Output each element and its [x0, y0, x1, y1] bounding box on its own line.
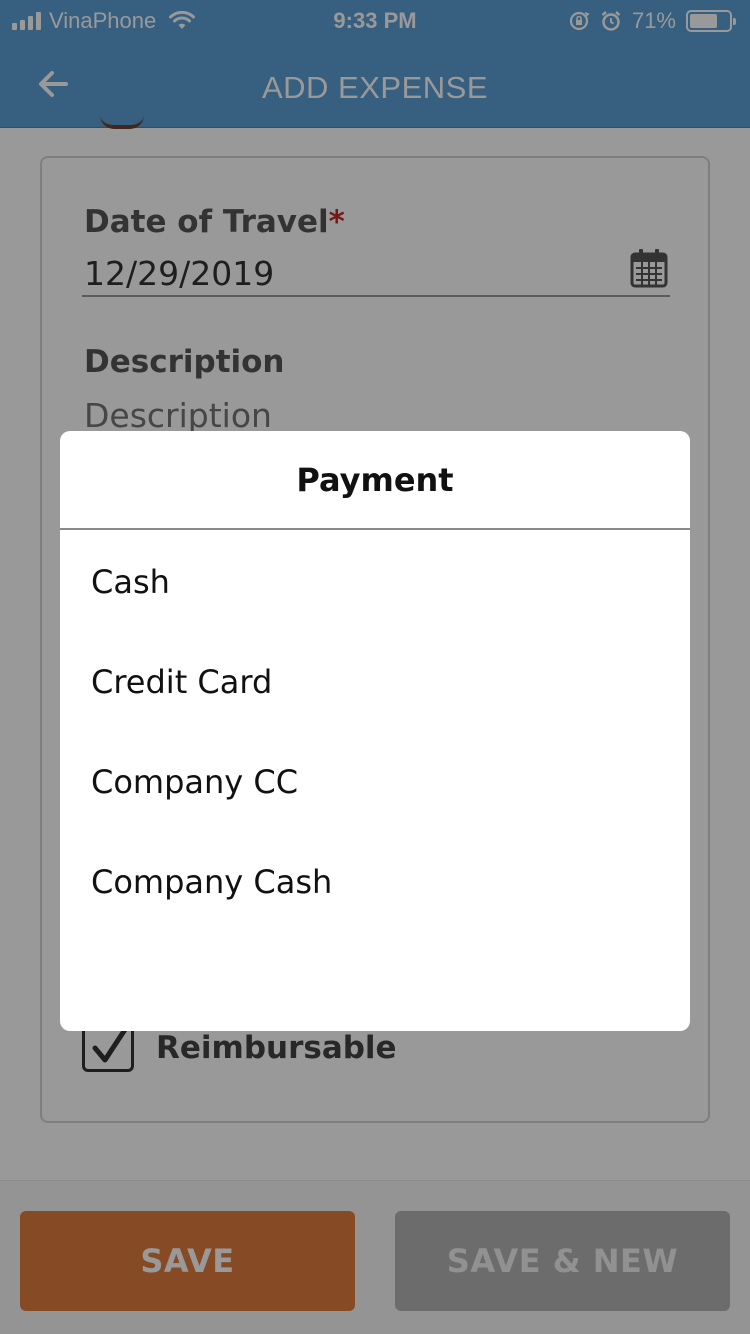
payment-option-credit-card[interactable]: Credit Card — [60, 632, 690, 732]
payment-option-company-cash[interactable]: Company Cash — [60, 832, 690, 932]
payment-option-cash[interactable]: Cash — [60, 532, 690, 632]
dialog-title: Payment — [296, 461, 454, 499]
payment-dialog: Payment Cash Credit Card Company CC Comp… — [60, 431, 690, 1031]
payment-option-company-cc[interactable]: Company CC — [60, 732, 690, 832]
dialog-divider — [60, 528, 690, 530]
